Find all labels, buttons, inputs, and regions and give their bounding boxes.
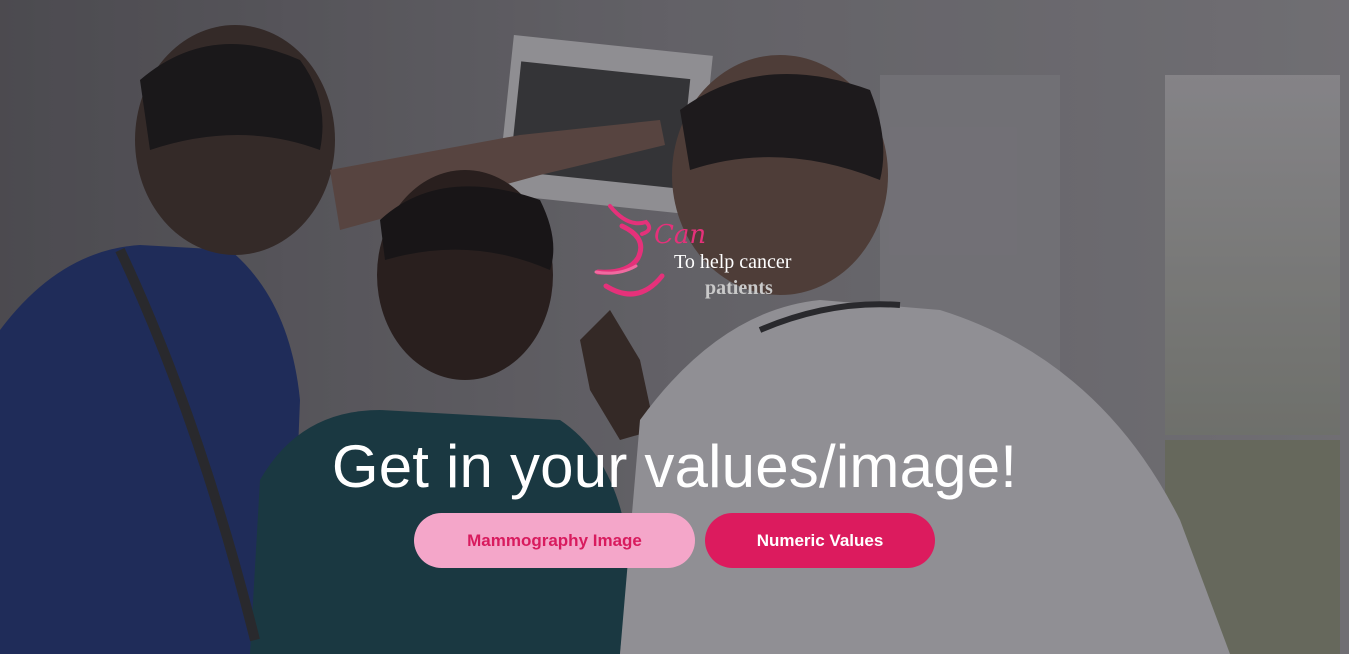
brand-logo[interactable]: Can To help cancer patients	[588, 200, 828, 310]
hero-section: Can To help cancer patients Get in your …	[0, 0, 1349, 654]
logo-brand-text: Can	[654, 220, 707, 250]
hero-headline: Get in your values/image!	[331, 433, 1018, 500]
ribbon-swirl-icon	[594, 204, 665, 297]
logo-tagline-line1: To help cancer	[674, 251, 792, 273]
mammography-image-button[interactable]: Mammography Image	[414, 513, 695, 568]
numeric-values-button[interactable]: Numeric Values	[705, 513, 935, 568]
logo-tagline-line2: patients	[705, 277, 773, 299]
